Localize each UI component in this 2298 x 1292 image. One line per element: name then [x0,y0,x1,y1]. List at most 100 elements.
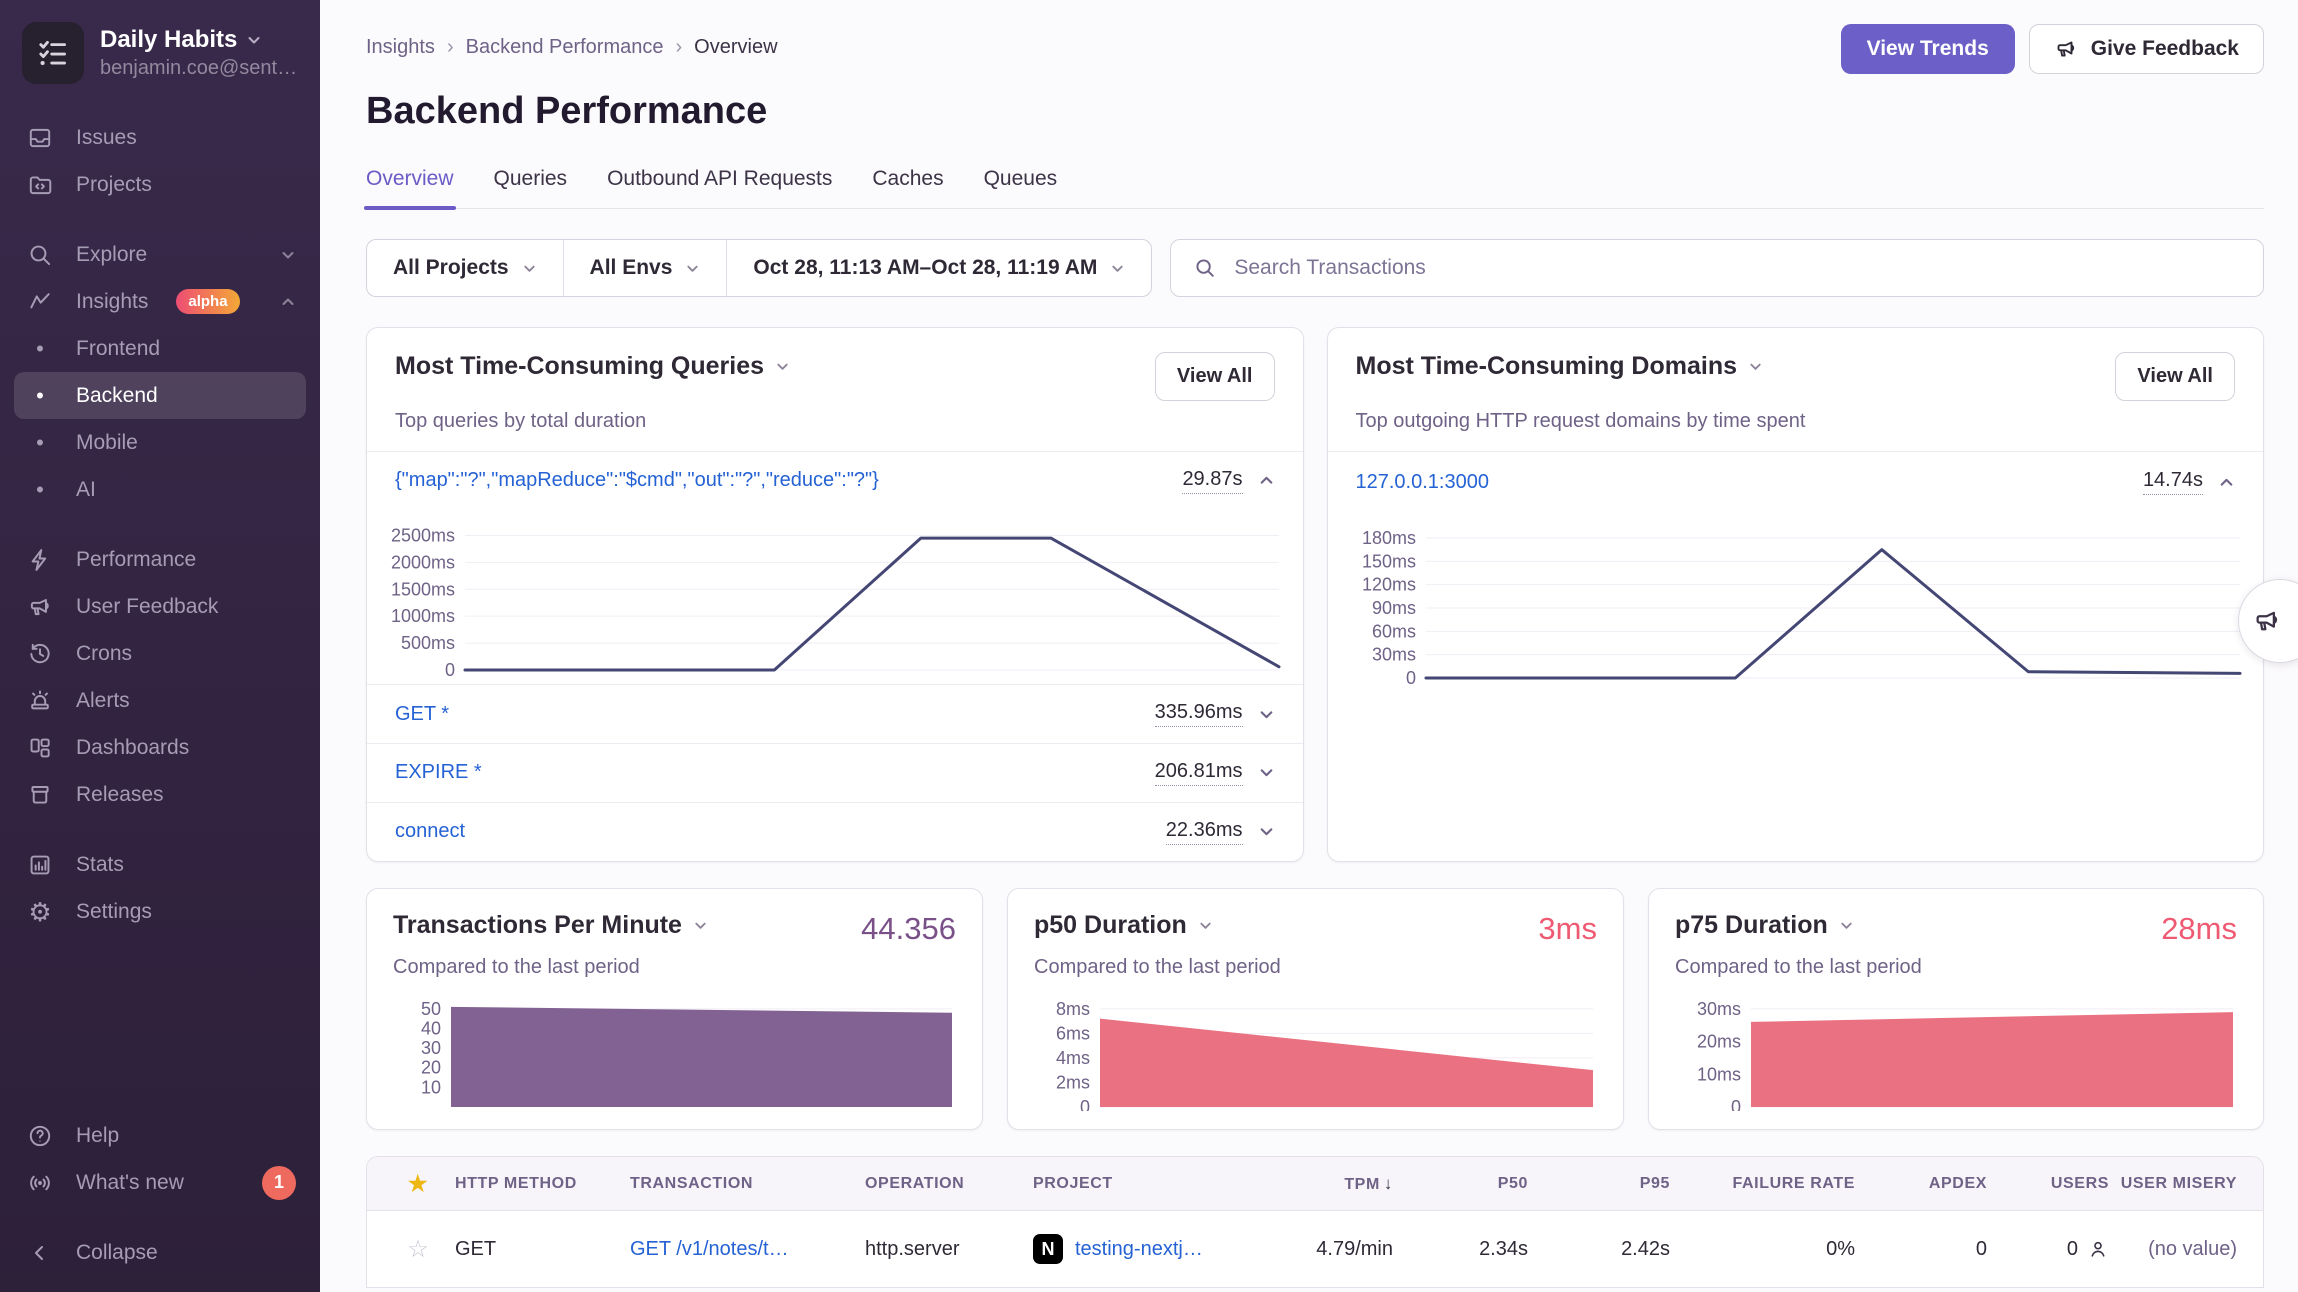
sidebar-item-ai[interactable]: • AI [14,466,306,513]
sidebar-item-backend[interactable]: • Backend [14,372,306,419]
chevron-up-icon[interactable] [2218,474,2235,491]
p75-chart: 30ms20ms10ms0 [1675,993,2237,1111]
date-range-filter[interactable]: Oct 28, 11:13 AM–Oct 28, 11:19 AM [726,240,1151,296]
breadcrumb-insights[interactable]: Insights [366,36,435,59]
chevron-down-icon [280,247,296,263]
search-transactions-input[interactable] [1232,255,2241,281]
sidebar-item-whats-new[interactable]: What's new 1 [14,1159,306,1206]
lightning-icon [24,547,56,573]
megaphone-icon [24,594,56,620]
chevron-down-icon[interactable] [1258,823,1275,840]
chevron-down-icon[interactable] [1258,706,1275,723]
tab-outbound-api-requests[interactable]: Outbound API Requests [607,167,832,208]
sidebar-item-help[interactable]: Help [14,1112,306,1159]
header-actions: View Trends Give Feedback [1841,24,2264,74]
sidebar-item-user-feedback[interactable]: User Feedback [14,583,306,630]
siren-icon [24,688,56,714]
sidebar-item-frontend[interactable]: • Frontend [14,325,306,372]
star-icon[interactable]: ★ [381,1171,455,1197]
sidebar-item-crons[interactable]: Crons [14,630,306,677]
chevron-down-icon [693,918,708,933]
chevron-down-icon[interactable] [1258,764,1275,781]
sidebar-item-issues[interactable]: Issues [14,114,306,161]
sidebar-item-insights[interactable]: Insights alpha [14,278,306,325]
svg-text:0: 0 [1405,668,1415,688]
col-failure-rate[interactable]: Failure Rate [1670,1175,1855,1193]
insights-icon [24,289,56,315]
environment-filter[interactable]: All Envs [563,240,727,296]
view-trends-button[interactable]: View Trends [1841,24,2015,74]
table-header-row: ★ HTTP Method Transaction Operation Proj… [367,1157,2263,1211]
sidebar-item-releases[interactable]: Releases [14,771,306,818]
domain-link[interactable]: 127.0.0.1:3000 [1356,471,2143,494]
domains-view-all-button[interactable]: View All [2115,352,2235,401]
gear-icon: ⚙ [24,899,56,925]
main-content: Insights › Backend Performance › Overvie… [320,0,2298,1292]
svg-text:40: 40 [421,1018,441,1038]
svg-text:2000ms: 2000ms [391,552,455,572]
sidebar-item-dashboards[interactable]: Dashboards [14,724,306,771]
queries-view-all-button[interactable]: View All [1155,352,1275,401]
sidebar-item-projects[interactable]: Projects [14,161,306,208]
chevron-up-icon[interactable] [1258,472,1275,489]
query-total-duration: 206.81ms [1155,760,1243,786]
query-link[interactable]: GET * [395,703,1155,726]
col-apdex[interactable]: Apdex [1855,1175,1987,1193]
queries-card-title[interactable]: Most Time-Consuming Queries [395,352,790,381]
sidebar-item-performance[interactable]: Performance [14,536,306,583]
p50-value: 3ms [1538,911,1597,947]
search-icon [24,242,56,268]
megaphone-icon [2252,606,2282,636]
tab-overview[interactable]: Overview [366,167,454,208]
insight-cards-row: Most Time-Consuming Queries View All Top… [366,327,2264,862]
p50-card-title[interactable]: p50 Duration [1034,911,1213,940]
query-link[interactable]: {"map":"?","mapReduce":"$cmd","out":"?",… [395,469,1182,492]
col-project[interactable]: Project [1033,1175,1273,1193]
col-p95[interactable]: P95 [1528,1175,1670,1193]
col-users[interactable]: Users [1987,1175,2109,1193]
project-link[interactable]: testing-nextj… [1075,1238,1203,1261]
sidebar-item-explore[interactable]: Explore [14,231,306,278]
tab-queries[interactable]: Queries [494,167,568,208]
org-name: Daily Habits [100,26,297,54]
projects-icon [24,172,56,198]
project-filter[interactable]: All Projects [367,240,563,296]
col-transaction[interactable]: Transaction [630,1175,865,1193]
col-user-misery[interactable]: User Misery [2109,1175,2237,1193]
sidebar-item-mobile[interactable]: • Mobile [14,419,306,466]
tab-bar: Overview Queries Outbound API Requests C… [366,167,2264,209]
page-filter-group: All Projects All Envs Oct 28, 11:13 AM–O… [366,239,1152,297]
tab-caches[interactable]: Caches [872,167,943,208]
query-link[interactable]: connect [395,820,1166,843]
p75-card-title[interactable]: p75 Duration [1675,911,1854,940]
bullet-icon: • [24,432,56,454]
sidebar-item-settings[interactable]: ⚙ Settings [14,888,306,935]
breadcrumb-backend-performance[interactable]: Backend Performance [466,36,664,59]
domains-duration-chart: 180ms150ms120ms90ms60ms30ms0 [1334,514,2244,692]
tab-queues[interactable]: Queues [984,167,1058,208]
star-outline-icon[interactable]: ☆ [381,1235,455,1264]
query-row: GET * 335.96ms [367,685,1303,743]
tpm-card-title[interactable]: Transactions Per Minute [393,911,708,940]
breadcrumb-separator: › [676,36,683,59]
cell-transaction-link[interactable]: GET /v1/notes/t… [630,1238,865,1261]
query-link[interactable]: EXPIRE * [395,761,1155,784]
chevron-up-icon [280,294,296,310]
col-operation[interactable]: Operation [865,1175,1033,1193]
svg-text:150ms: 150ms [1361,551,1415,571]
p50-duration-card: p50 Duration 3ms Compared to the last pe… [1007,888,1624,1130]
org-switcher[interactable]: Daily Habits benjamin.coe@sent… [0,22,320,84]
whats-new-count-badge: 1 [262,1166,296,1200]
sidebar-collapse-button[interactable]: Collapse [14,1229,306,1276]
col-http-method[interactable]: HTTP Method [455,1175,630,1193]
col-p50[interactable]: P50 [1393,1175,1528,1193]
sidebar-item-alerts[interactable]: Alerts [14,677,306,724]
sidebar-item-stats[interactable]: Stats [14,841,306,888]
domains-card-title[interactable]: Most Time-Consuming Domains [1356,352,1764,381]
sort-desc-icon: ↓ [1384,1174,1393,1193]
svg-text:0: 0 [445,660,455,680]
chevron-down-icon [522,261,537,276]
col-tpm[interactable]: TPM↓ [1273,1174,1393,1194]
give-feedback-button[interactable]: Give Feedback [2029,24,2264,74]
breadcrumb-overview: Overview [694,36,777,59]
